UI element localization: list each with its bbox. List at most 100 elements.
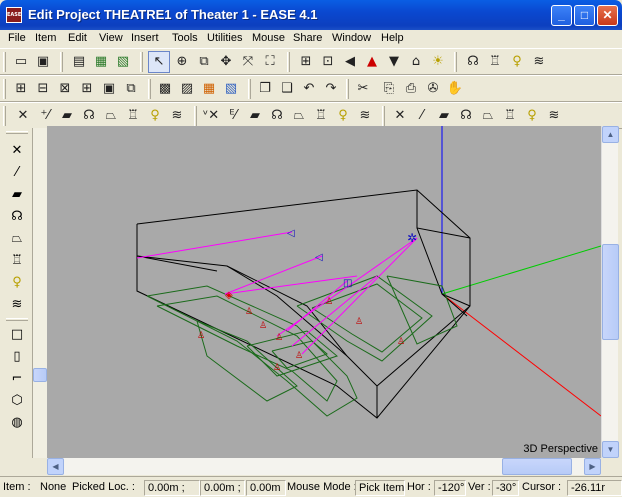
light2-icon[interactable]: ♀ bbox=[332, 105, 354, 127]
toolbar-grip[interactable] bbox=[148, 79, 151, 99]
scroll-left-button[interactable]: ◀ bbox=[47, 458, 64, 475]
edge-add-icon[interactable]: ᴱ⁄ bbox=[222, 105, 244, 127]
pointer-icon[interactable]: ↖ bbox=[148, 51, 170, 73]
sphere-icon[interactable]: ◍ bbox=[6, 412, 28, 434]
render-icon[interactable]: ▩ bbox=[154, 78, 176, 100]
wave2-icon[interactable]: ≋ bbox=[354, 105, 376, 127]
redo-icon[interactable]: ↷ bbox=[320, 78, 342, 100]
close-button[interactable]: ✕ bbox=[597, 5, 618, 26]
polyline-icon[interactable]: ⌐ bbox=[6, 368, 28, 390]
polygon-icon[interactable]: ⬡ bbox=[6, 390, 28, 412]
grid-icon[interactable]: ⊞ bbox=[295, 51, 317, 73]
menu-share[interactable]: Share bbox=[293, 32, 322, 44]
toolbar-grip[interactable] bbox=[248, 79, 251, 99]
view-front-icon[interactable]: ⊟ bbox=[32, 78, 54, 100]
vertical-scrollbar[interactable]: ▲ ▼ bbox=[601, 126, 619, 458]
view-3d-icon[interactable]: ⊞ bbox=[76, 78, 98, 100]
lamp-icon[interactable]: ♀ bbox=[506, 51, 528, 73]
toolbar-grip[interactable] bbox=[287, 52, 290, 72]
toolbar-grip[interactable] bbox=[6, 131, 28, 134]
seat2-icon[interactable]: ♖ bbox=[310, 105, 332, 127]
sun-icon[interactable]: ☀ bbox=[427, 51, 449, 73]
light-group-icon[interactable]: ♀ bbox=[521, 105, 543, 127]
audience-icon[interactable]: ⏢ bbox=[6, 228, 28, 250]
seat-icon[interactable]: ♖ bbox=[122, 105, 144, 127]
copy-icon[interactable]: ⧉ bbox=[193, 51, 215, 73]
edit-icon[interactable]: ▧ bbox=[220, 78, 242, 100]
vertex-x-icon[interactable]: ᵛ✕ bbox=[200, 105, 222, 127]
menu-view[interactable]: View bbox=[99, 32, 123, 44]
vertex-icon[interactable]: ⁄ bbox=[6, 162, 28, 184]
app-icon[interactable]: EASE bbox=[6, 7, 22, 23]
cross-icon[interactable]: ✕ bbox=[6, 140, 28, 162]
print-icon[interactable]: ▤ bbox=[68, 51, 90, 73]
toolbar-grip[interactable] bbox=[346, 79, 349, 99]
horizontal-scrollbar[interactable]: ◀ ▶ bbox=[47, 458, 601, 475]
vertex-icon[interactable]: ⊡ bbox=[317, 51, 339, 73]
face-group-icon[interactable]: ▰ bbox=[433, 105, 455, 127]
delete-icon[interactable]: ✕ bbox=[12, 105, 34, 127]
scroll-right-button[interactable]: ▶ bbox=[584, 458, 601, 475]
toolbar-grip[interactable] bbox=[194, 106, 197, 126]
move-icon[interactable]: ✥ bbox=[215, 51, 237, 73]
scroll-thumb[interactable] bbox=[602, 244, 619, 340]
view-top-icon[interactable]: ⊞ bbox=[10, 78, 32, 100]
view-side-icon[interactable]: ⊠ bbox=[54, 78, 76, 100]
rectangle-icon[interactable]: ▯ bbox=[6, 346, 28, 368]
square-icon[interactable]: □ bbox=[6, 324, 28, 346]
menu-window[interactable]: Window bbox=[332, 32, 371, 44]
speaker-array-icon[interactable]: ☊ bbox=[462, 51, 484, 73]
wave-group-icon[interactable]: ≋ bbox=[543, 105, 565, 127]
menu-insert[interactable]: Insert bbox=[131, 32, 159, 44]
home-icon[interactable]: ⌂ bbox=[405, 51, 427, 73]
seat-group-icon[interactable]: ♖ bbox=[499, 105, 521, 127]
target-icon[interactable]: ⊕ bbox=[171, 51, 193, 73]
book-icon[interactable]: ❐ bbox=[254, 78, 276, 100]
new-icon[interactable]: ▭ bbox=[10, 51, 32, 73]
tool-b-icon[interactable]: ⎙ bbox=[400, 78, 422, 100]
tool-d-icon[interactable]: ✋ bbox=[444, 78, 466, 100]
3d-viewport[interactable]: ◁ ◁ ◫ ✲ ◈ ♙ ♙ ♙ ♙ ♙ ♙ ♙ ♙ ♙ 3D Perspecti… bbox=[47, 126, 601, 458]
zoom-box-icon[interactable]: ⛶ bbox=[259, 51, 281, 73]
menu-mouse[interactable]: Mouse bbox=[252, 32, 285, 44]
speaker-icon[interactable]: ☊ bbox=[6, 206, 28, 228]
scroll-thumb[interactable] bbox=[33, 368, 47, 382]
menu-utilities[interactable]: Utilities bbox=[207, 32, 242, 44]
view-copy-icon[interactable]: ⧉ bbox=[120, 78, 142, 100]
toolbar-grip[interactable] bbox=[140, 52, 143, 72]
left-arrow-icon[interactable]: ◀ bbox=[339, 51, 361, 73]
tool-a-icon[interactable]: ⎘ bbox=[378, 78, 400, 100]
del-group-icon[interactable]: ✕ bbox=[389, 105, 411, 127]
toolbar-grip[interactable] bbox=[382, 106, 385, 126]
menu-tools[interactable]: Tools bbox=[172, 32, 198, 44]
toolbar-grip[interactable] bbox=[3, 79, 6, 99]
menu-edit[interactable]: Edit bbox=[68, 32, 87, 44]
book2-icon[interactable]: ❑ bbox=[276, 78, 298, 100]
left-panel-scrollbar[interactable] bbox=[33, 128, 47, 458]
export-icon[interactable]: ▦ bbox=[90, 51, 112, 73]
menu-help[interactable]: Help bbox=[381, 32, 404, 44]
wave-icon[interactable]: ≋ bbox=[528, 51, 550, 73]
zoom-fit-icon[interactable]: ⤧ bbox=[237, 51, 259, 73]
vertex-group-icon[interactable]: ⁄ bbox=[411, 105, 433, 127]
maximize-button[interactable]: □ bbox=[574, 5, 595, 26]
save-icon[interactable]: ▣ bbox=[32, 51, 54, 73]
face-icon[interactable]: ▰ bbox=[6, 184, 28, 206]
down-arrow-icon[interactable]: ▼ bbox=[383, 51, 405, 73]
wave-icon[interactable]: ≋ bbox=[6, 294, 28, 316]
chair-icon[interactable]: ♖ bbox=[484, 51, 506, 73]
undo-icon[interactable]: ↶ bbox=[298, 78, 320, 100]
import-icon[interactable]: ▧ bbox=[112, 51, 134, 73]
face-icon[interactable]: ▰ bbox=[56, 105, 78, 127]
wave-icon[interactable]: ≋ bbox=[166, 105, 188, 127]
toolbar-grip[interactable] bbox=[6, 318, 28, 321]
scroll-thumb[interactable] bbox=[502, 458, 572, 475]
speaker-icon[interactable]: ☊ bbox=[78, 105, 100, 127]
view-zoom-icon[interactable]: ▣ bbox=[98, 78, 120, 100]
audience2-icon[interactable]: ⏢ bbox=[288, 105, 310, 127]
menu-file[interactable]: File bbox=[8, 32, 26, 44]
seat-icon[interactable]: ♖ bbox=[6, 250, 28, 272]
color-map-icon[interactable]: ▦ bbox=[198, 78, 220, 100]
audience-group-icon[interactable]: ⏢ bbox=[477, 105, 499, 127]
scissors-icon[interactable]: ✂ bbox=[352, 78, 374, 100]
